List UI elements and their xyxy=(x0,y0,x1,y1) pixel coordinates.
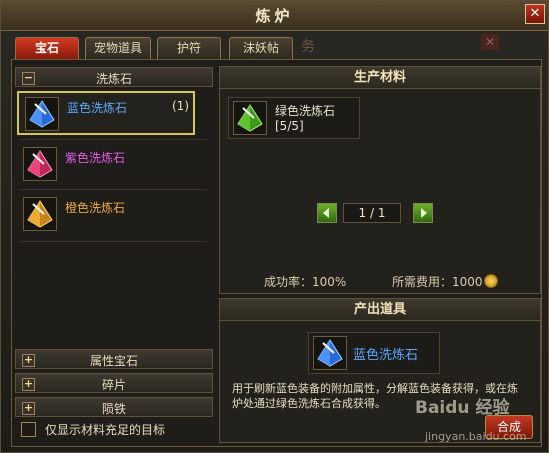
divider xyxy=(19,139,207,140)
category-label: 洗炼石 xyxy=(95,72,132,86)
blue-gem-icon xyxy=(313,336,347,370)
magenta-gem-icon xyxy=(23,147,57,181)
output-title: 产出道具 xyxy=(220,299,540,321)
list-item-orange-stone[interactable]: 橙色洗炼石 xyxy=(17,193,195,237)
list-item-blue-stone[interactable]: 蓝色洗炼石 (1) xyxy=(17,91,195,135)
filter-checkbox[interactable] xyxy=(21,422,36,437)
category-meteor-iron[interactable]: + 陨铁 xyxy=(15,397,213,417)
category-label: 陨铁 xyxy=(101,402,126,416)
category-fragments[interactable]: + 碎片 xyxy=(15,373,213,393)
success-rate: 成功率：100% xyxy=(264,275,347,289)
category-label: 碎片 xyxy=(101,378,126,392)
orange-gem-icon xyxy=(23,197,57,231)
filter-checkbox-label: 仅显示材料充足的目标 xyxy=(45,423,166,437)
recipe-list: − 洗炼石 蓝色洗炼石 (1) 紫色洗炼石 橙色洗炼石 + 属性宝石 + 碎片 … xyxy=(15,65,214,440)
output-name: 蓝色洗炼石 xyxy=(353,348,419,363)
green-gem-icon xyxy=(233,101,267,135)
ghost-tab-text: 务 xyxy=(301,39,315,55)
divider xyxy=(19,189,207,190)
item-name: 橙色洗炼石 xyxy=(65,201,126,215)
blue-gem-icon xyxy=(25,97,59,131)
category-wash-stone[interactable]: − 洗炼石 xyxy=(15,67,213,87)
cost-label: 所需费用：1000 xyxy=(392,275,483,289)
material-slot[interactable]: 绿色洗炼石 [5/5] xyxy=(228,97,360,139)
item-name: 紫色洗炼石 xyxy=(65,151,126,165)
tab-charm[interactable]: 护符 xyxy=(157,37,221,59)
item-name: 蓝色洗炼石 xyxy=(67,101,128,115)
prev-page-button[interactable] xyxy=(317,203,337,223)
divider xyxy=(19,241,207,242)
material-qty: [5/5] xyxy=(275,119,304,133)
item-count: (1) xyxy=(172,99,189,113)
ghost-close-icon: ✕ xyxy=(481,34,499,50)
title-bar[interactable]: 炼炉 ✕ xyxy=(1,1,548,31)
category-label: 属性宝石 xyxy=(89,354,138,368)
watermark-url: jingyan.baidu.com xyxy=(425,430,527,443)
next-page-button[interactable] xyxy=(413,203,433,223)
watermark-logo: Baidu 经验 xyxy=(415,398,510,418)
forge-window: 炼炉 ✕ 务 ✕ 宝石 宠物道具 护符 沫妖帖 − 洗炼石 蓝色洗炼石 (1) … xyxy=(0,0,549,453)
window-title: 炼炉 xyxy=(255,7,294,25)
close-button[interactable]: ✕ xyxy=(525,4,545,24)
page-indicator: 1 / 1 xyxy=(343,203,401,223)
materials-title: 生产材料 xyxy=(220,67,540,89)
list-item-purple-stone[interactable]: 紫色洗炼石 xyxy=(17,143,195,187)
materials-panel: 生产材料 绿色洗炼石 [5/5] 1 / 1 成功率：100% 所需费用：100… xyxy=(219,66,541,294)
coin-icon xyxy=(484,274,498,288)
category-attribute-gems[interactable]: + 属性宝石 xyxy=(15,349,213,369)
tab-pet-items[interactable]: 宠物道具 xyxy=(85,37,151,59)
material-name: 绿色洗炼石 xyxy=(275,104,336,118)
tab-mo-yao-tie[interactable]: 沫妖帖 xyxy=(229,37,293,59)
output-slot[interactable]: 蓝色洗炼石 xyxy=(308,332,440,374)
tab-gems[interactable]: 宝石 xyxy=(15,37,79,59)
